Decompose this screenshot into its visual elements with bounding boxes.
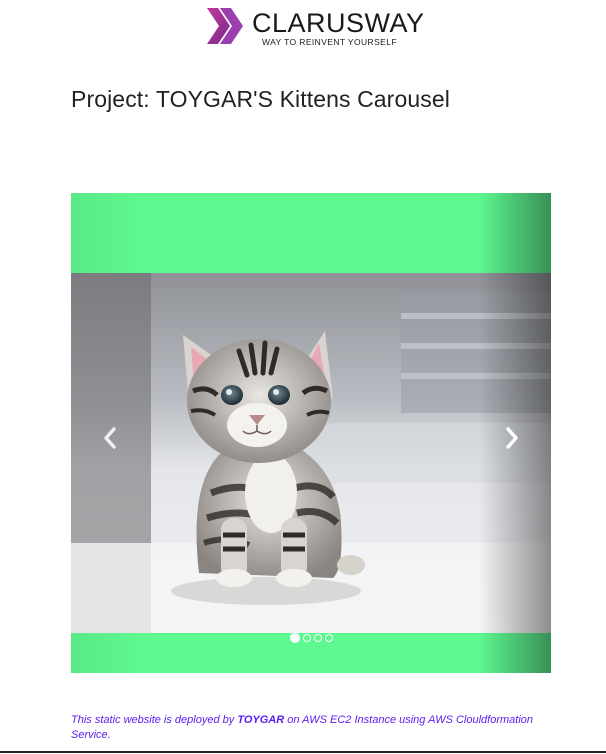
bottom-divider (0, 751, 606, 753)
kitten-carousel (71, 193, 551, 673)
brand-logo: CLARUSWAY WAY TO REINVENT YOURSELF (206, 6, 426, 50)
footer-author: TOYGAR (237, 714, 285, 726)
chevron-right-icon (506, 427, 518, 449)
footer-text-before: This static website is deployed by (71, 714, 238, 726)
footer-note: This static website is deployed by TOYGA… (71, 713, 561, 743)
carousel-indicator-1[interactable] (289, 633, 300, 643)
carousel-next-button[interactable] (497, 423, 527, 453)
logo-tagline: WAY TO REINVENT YOURSELF (262, 37, 397, 47)
carousel-prev-button[interactable] (95, 423, 125, 453)
carousel-indicator-4[interactable] (324, 634, 333, 642)
page-title: Project: TOYGAR'S Kittens Carousel (71, 86, 450, 112)
carousel-indicator-2[interactable] (302, 634, 311, 642)
carousel-indicator-3[interactable] (313, 634, 322, 642)
carousel-indicators (71, 633, 551, 643)
double-chevron-logo-icon (207, 8, 243, 44)
chevron-left-icon (104, 427, 116, 449)
logo-wordmark: CLARUSWAY (252, 8, 425, 38)
